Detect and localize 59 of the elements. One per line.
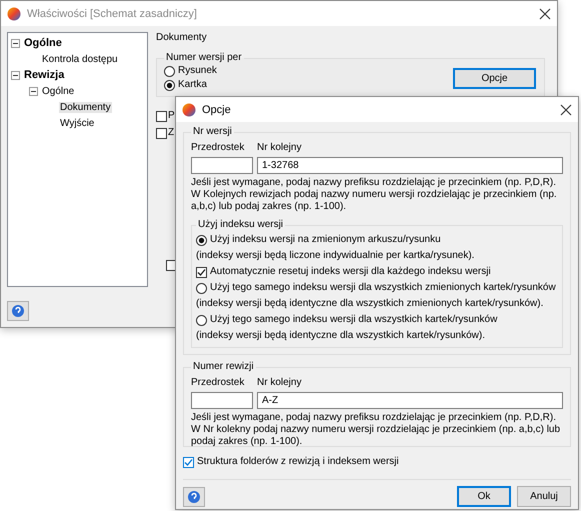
group-title: Nr wersji [192,126,233,138]
collapse-icon[interactable] [29,86,38,96]
help-icon [187,490,201,504]
tree-item[interactable]: Ogólne [23,37,63,49]
group-title: Użyj indeksu wersji [197,219,284,231]
note-text: (indeksy wersji będą liczone indywidualnie per kartka/rysunek). [196,250,474,262]
app-logo-icon [182,102,196,116]
radio-button[interactable] [196,282,207,294]
number-field[interactable]: 1-32768 [257,157,563,174]
dialog-button[interactable]: Ok [457,486,511,507]
prefix-label: Przedrostek [191,377,246,389]
radio-button[interactable] [164,66,175,76]
group-title: Numer rewizji [192,361,255,373]
checkbox[interactable] [196,266,207,278]
radio-label: Rysunek [178,65,217,77]
prefix-field[interactable] [191,392,253,409]
window-title: Właściwości [Schemat zasadniczy] [27,8,198,20]
checkbox[interactable] [166,260,177,270]
group-title: Numer wersji per [165,52,243,64]
help-text: Jeśli jest wymagane, podaj nazwy prefiksu rozdzielając je przecinkiem (np. P,D,R). W Kolejnych rewizjach podaj nazwy numeru wersji rozdzielając je przecinkiem (np. a,b,c) lub podaj zakres (np. 1-100). [191,177,558,213]
number-field[interactable]: A-Z [257,392,563,409]
tree-item[interactable]: Rewizja [23,69,66,81]
section-title: Dokumenty [156,32,208,44]
checkbox-label: Automatycznie resetuj indeks wersji dla każdego indeksu wersji [210,266,491,278]
number-label: Nr kolejny [257,377,302,389]
checkbox-label: Z [168,127,174,139]
checkbox[interactable] [183,456,194,468]
options-button[interactable]: Opcje [453,68,536,88]
radio-button[interactable] [196,234,207,246]
radio-button[interactable] [196,314,207,326]
note-text: (indeksy wersji będą identyczne dla wszystkich zmienionych kartek/rysunków). [196,298,544,310]
collapse-icon[interactable] [11,38,20,48]
checkbox-label: Struktura folderów z rewizją i indeksem wersji [197,456,399,468]
radio-label: Użyj indeksu wersji na zmienionym arkuszu/rysunku [210,234,441,246]
collapse-icon[interactable] [11,70,20,80]
radio-label: Użyj tego samego indeksu wersji dla wszystkich kartek/rysunków [210,314,498,326]
note-text: (indeksy wersji będą identyczne dla wszystkich kartek/rysunków). [196,330,485,342]
close-icon[interactable] [560,104,572,116]
help-button[interactable] [7,301,29,321]
help-icon [11,304,25,318]
prefix-label: Przedrostek [191,142,246,154]
radio-button[interactable] [164,80,175,90]
radio-label: Kartka [178,79,207,91]
checkbox[interactable] [156,110,167,122]
help-button[interactable] [183,486,205,506]
number-label: Nr kolejny [257,142,302,154]
dialog-title: Opcje [202,104,232,116]
close-icon[interactable] [539,8,551,20]
radio-label: Użyj tego samego indeksu wersji dla wszystkich zmienionych kartek/rysunków [210,282,556,294]
prefix-field[interactable] [191,157,253,174]
checkbox-label: P [168,110,175,122]
app-logo-icon [7,6,21,20]
dialog-button[interactable]: Anuluj [517,486,571,507]
tree-item[interactable]: Kontrola dostępu [41,54,119,64]
checkbox[interactable] [156,128,167,138]
tree-item[interactable]: Dokumenty [59,102,112,112]
tree-item[interactable]: Ogólne [41,86,76,96]
tree-item[interactable]: Wyjście [59,118,96,128]
help-text: Jeśli jest wymagane, podaj nazwy prefiksu rozdzielając je przecinkiem (np. P,D,R). W Nr kolekny podaj nazwy numeru wersji rozdzielając je przecinkiem (np. a,b,c) lub podaj zakres (np. 1-100). [191,412,562,448]
